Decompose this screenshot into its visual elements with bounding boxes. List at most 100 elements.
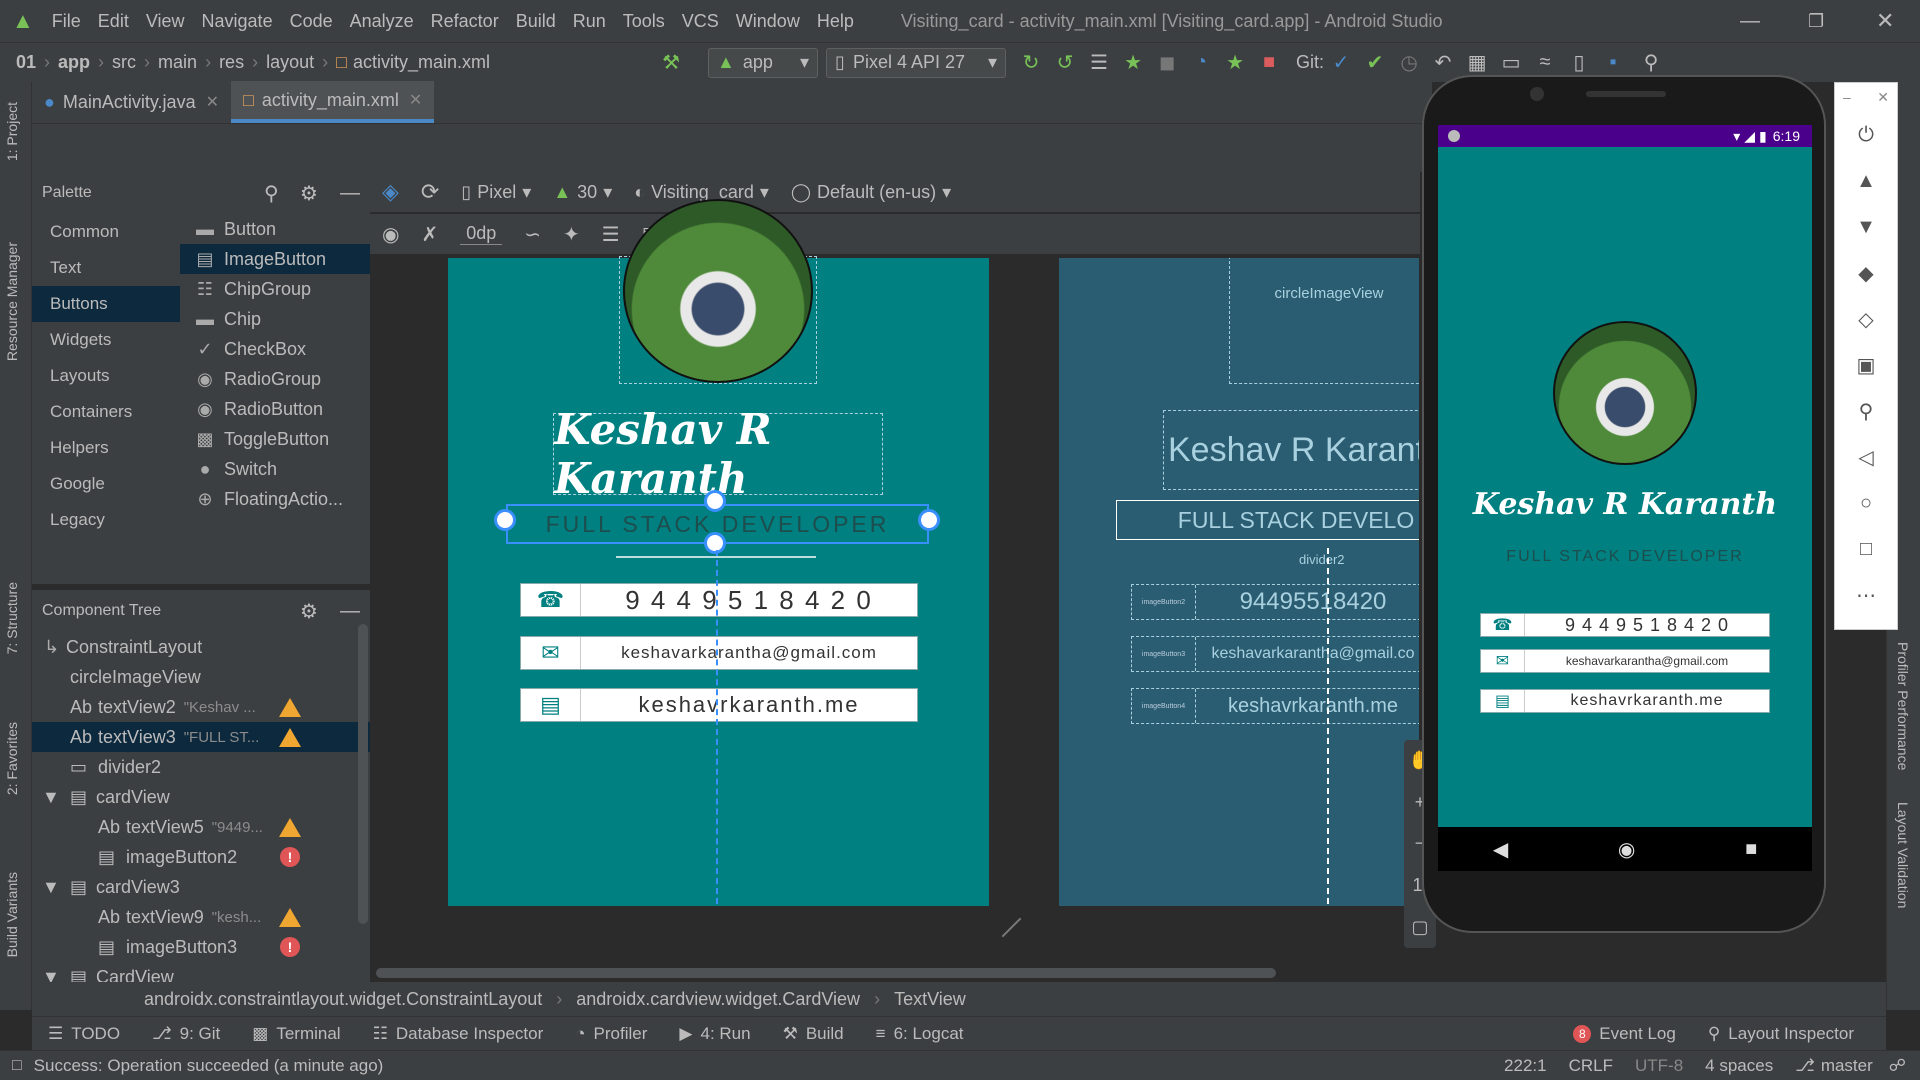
apply-changes-icon[interactable]: ↺	[1052, 50, 1078, 76]
expand-arrow-icon[interactable]: ▼	[42, 877, 70, 898]
selection-handle[interactable]	[918, 509, 940, 531]
undo-icon[interactable]: ↶	[1430, 50, 1456, 76]
run-config-select[interactable]: ▲ app ▾	[708, 47, 819, 78]
menu-run[interactable]: Run	[573, 11, 606, 32]
menu-help[interactable]: Help	[817, 11, 854, 32]
search-icon[interactable]: ⚲	[264, 181, 279, 206]
crumb-file[interactable]: activity_main.xml	[353, 52, 490, 73]
design-surface[interactable]: Keshav R Karanth FULL STACK DEVELOPER ☎ …	[448, 199, 989, 906]
api-select[interactable]: ▲ 30 ▾	[553, 182, 612, 203]
selection-handle[interactable]	[704, 532, 726, 554]
stop-icon[interactable]: ■	[1256, 50, 1282, 76]
avd-manager-icon[interactable]: ▭	[1498, 50, 1524, 76]
breadcrumb-item[interactable]: androidx.constraintlayout.widget.Constra…	[144, 989, 542, 1010]
tree-row[interactable]: ▼ ▤ cardView	[32, 782, 370, 812]
clear-constraints-icon[interactable]: ∽	[524, 222, 541, 247]
volume-up-icon[interactable]: ▲	[1835, 158, 1897, 204]
run-tool-button[interactable]: ▶ 4: Run	[679, 1024, 750, 1044]
blueprint-surface[interactable]: circleImageView Keshav R Karant FULL STA…	[1059, 258, 1419, 906]
crumb-res[interactable]: res	[219, 52, 244, 73]
website-card[interactable]: ▤ keshavrkaranth.me	[520, 688, 918, 722]
palette-item[interactable]: ☷ ChipGroup	[180, 274, 370, 304]
crumb-src[interactable]: src	[112, 52, 136, 73]
debug-bug-icon[interactable]: ★	[1120, 50, 1146, 76]
volume-down-icon[interactable]: ▼	[1835, 204, 1897, 250]
logcat-tool-button[interactable]: ≡ 6: Logcat	[876, 1024, 964, 1044]
profiler-tool-button[interactable]: ◔ Profiler	[575, 1024, 647, 1044]
menu-file[interactable]: File	[52, 11, 81, 32]
layout-validation-tool-button[interactable]: Layout Validation	[1895, 802, 1911, 908]
autoconnect-icon[interactable]: ✗	[421, 222, 438, 247]
more-icon[interactable]: ⋯	[1835, 572, 1897, 618]
orientation-icon[interactable]: ⟳	[421, 179, 439, 205]
zoom-icon[interactable]: ⚲	[1835, 388, 1897, 434]
bp-phone-card[interactable]: imageButton2 94495518420	[1131, 584, 1419, 620]
palette-item[interactable]: ▩ ToggleButton	[180, 424, 370, 454]
palette-item[interactable]: ⊕ FloatingActio...	[180, 484, 370, 514]
crumb-app[interactable]: app	[58, 52, 90, 73]
resource-manager-tool-button[interactable]: Resource Manager	[4, 242, 20, 361]
gear-icon[interactable]: ⚙	[300, 181, 318, 206]
hammer-build-icon[interactable]: ⚒	[658, 50, 684, 76]
emulator-phone-card[interactable]: ☎ 9 4 4 9 5 1 8 4 2 0	[1480, 613, 1770, 637]
warning-icon[interactable]	[279, 727, 301, 747]
project-structure-icon[interactable]: ▦	[1464, 50, 1490, 76]
profiler-icon[interactable]: ◔	[1188, 50, 1214, 76]
sync-icon[interactable]: ≈	[1532, 50, 1558, 76]
minimize-icon[interactable]: –	[1843, 89, 1851, 106]
event-log-tool-button[interactable]: 8 Event Log	[1573, 1024, 1676, 1044]
crumb-main[interactable]: main	[158, 52, 197, 73]
rerun-icon[interactable]: ↻	[1018, 50, 1044, 76]
vertical-scrollbar[interactable]	[358, 624, 368, 924]
tree-row[interactable]: circleImageView	[32, 662, 370, 692]
tree-row-selected[interactable]: Ab textView3 "FULL ST...	[32, 722, 370, 752]
coverage-icon[interactable]: ◼	[1154, 50, 1180, 76]
palette-category[interactable]: Common	[32, 214, 180, 250]
name-textview[interactable]: Keshav R Karanth	[553, 405, 883, 503]
bp-name-box[interactable]: Keshav R Karant	[1163, 410, 1419, 490]
expand-arrow-icon[interactable]: ▼	[42, 787, 70, 808]
terminal-tool-button[interactable]: ▩ Terminal	[252, 1024, 340, 1044]
encoding[interactable]: UTF-8	[1635, 1056, 1683, 1076]
tab-mainactivity[interactable]: ● MainActivity.java ✕	[32, 81, 231, 123]
close-icon[interactable]: ✕	[1877, 89, 1889, 106]
cursor-position[interactable]: 222:1	[1504, 1056, 1547, 1076]
layers-icon[interactable]: ◈	[382, 179, 399, 205]
project-tool-button[interactable]: 1: Project	[4, 102, 20, 161]
home-icon[interactable]: ◉	[1618, 837, 1635, 862]
palette-item[interactable]: ▬ Chip	[180, 304, 370, 334]
circle-image-view[interactable]	[619, 199, 817, 384]
warning-icon[interactable]	[279, 817, 301, 837]
branch-name[interactable]: master	[1821, 1056, 1873, 1076]
build-tool-button[interactable]: ⚒ Build	[783, 1024, 844, 1044]
home-icon[interactable]: ○	[1835, 480, 1897, 526]
lock-icon[interactable]: ☍	[1889, 1056, 1906, 1076]
list-icon[interactable]: ☰	[1086, 50, 1112, 76]
line-separator[interactable]: CRLF	[1569, 1056, 1613, 1076]
status-toggle-icon[interactable]: □	[12, 1057, 22, 1075]
menu-vcs[interactable]: VCS	[682, 11, 719, 32]
menu-edit[interactable]: Edit	[98, 11, 129, 32]
tab-activity-main[interactable]: □ activity_main.xml ✕	[231, 81, 435, 123]
restore-icon[interactable]: ❐	[1808, 11, 1824, 32]
warning-icon[interactable]	[279, 907, 301, 927]
palette-item[interactable]: ◉ RadioGroup	[180, 364, 370, 394]
menu-view[interactable]: View	[146, 11, 185, 32]
palette-category[interactable]: Legacy	[32, 502, 180, 538]
history-icon[interactable]: ◷	[1396, 50, 1422, 76]
palette-category[interactable]: Google	[32, 466, 180, 502]
recents-icon[interactable]: ■	[1745, 838, 1757, 861]
crumb-project[interactable]: 01	[16, 52, 36, 73]
menu-analyze[interactable]: Analyze	[350, 11, 414, 32]
device-manager-icon[interactable]: ▯	[1566, 50, 1592, 76]
close-icon[interactable]: ✕	[409, 90, 422, 110]
bp-title-box[interactable]: FULL STACK DEVELO	[1116, 500, 1419, 540]
crumb-layout[interactable]: layout	[266, 52, 314, 73]
gear-icon[interactable]: ⚙	[300, 599, 318, 624]
tree-row[interactable]: ▤ imageButton3!	[32, 932, 370, 962]
error-icon[interactable]: !	[280, 847, 300, 867]
palette-item-selected[interactable]: ▤ ImageButton	[180, 244, 370, 274]
menu-tools[interactable]: Tools	[623, 11, 665, 32]
tree-row[interactable]: ▭ divider2	[32, 752, 370, 782]
bp-website-card[interactable]: imageButton4 keshavrkaranth.me	[1131, 688, 1419, 724]
